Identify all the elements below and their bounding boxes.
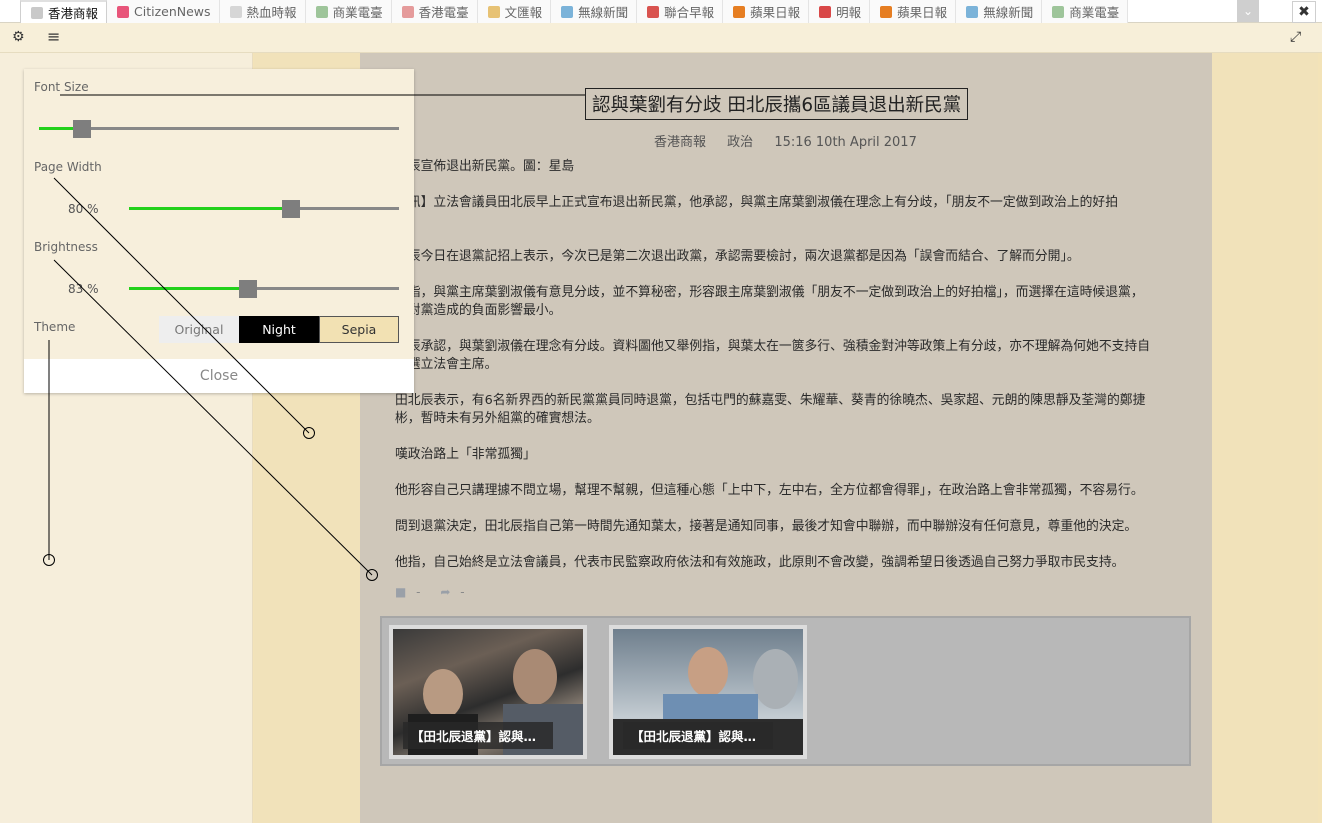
article-title: 認與葉劉有分歧 田北辰攜6區議員退出新民黨 xyxy=(585,88,969,120)
article-actions: ■ - ➦ - xyxy=(395,585,465,599)
tab-5[interactable]: 文匯報 xyxy=(477,0,552,23)
article-paragraph: 北辰承認，與葉劉淑儀在理念有分歧。資料圖他又舉例指，與葉太在一篋多行、強積金對沖… xyxy=(395,339,1151,372)
tab-1[interactable]: CitizenNews xyxy=(107,0,220,23)
page-width-label: Page Width xyxy=(34,160,102,174)
article-paragraph: 北辰宣佈退出新民黨。圖：星島 xyxy=(395,159,575,174)
theme-selector: Original Night Sepia xyxy=(159,316,399,343)
page-icon xyxy=(733,5,746,18)
page-icon xyxy=(401,5,414,18)
theme-night-button[interactable]: Night xyxy=(239,316,319,343)
article-subheading: 嘆政治路上「非常孤獨」 xyxy=(395,447,536,462)
article-paragraph: 他形容自己只講理據不問立場，幫理不幫親，但這種心態「上中下，左中右，全方位都會得… xyxy=(395,483,1144,498)
theme-label: Theme xyxy=(34,320,76,334)
tab-bar: 香港商報 CitizenNews 熱血時報 商業電臺 香港電臺 文匯報 無線新聞 聯合早報 蘋果… xyxy=(0,0,1322,23)
globe-icon xyxy=(561,5,574,18)
tab-label: 熱血時報 xyxy=(246,5,297,20)
tab-label: 無線新聞 xyxy=(578,5,629,20)
tab-label: 蘋果日報 xyxy=(897,5,948,20)
citizen-news-icon xyxy=(117,5,130,18)
slider-track xyxy=(39,127,399,130)
article-timestamp: 15:16 10th April 2017 xyxy=(774,135,917,150)
brightness-slider[interactable] xyxy=(129,280,399,298)
article-category[interactable]: 政治 xyxy=(727,135,753,150)
share-icon[interactable]: ➦ xyxy=(440,585,450,599)
gallery-thumbnail[interactable]: 【田北辰退黨】認與葉... xyxy=(389,625,587,759)
font-size-slider[interactable] xyxy=(39,120,399,138)
close-button[interactable]: ✖ xyxy=(1292,1,1316,23)
article-paragraph: 田北辰表示，有6名新界西的新民黨黨員同時退黨，包括屯門的蘇嘉雯、朱耀華、葵青的徐… xyxy=(395,393,1146,426)
gallery-caption: 【田北辰退黨】認與葉... xyxy=(403,722,553,749)
tab-label: 聯合早報 xyxy=(664,5,715,20)
page-icon xyxy=(229,5,242,18)
tab-3[interactable]: 商業電臺 xyxy=(305,0,392,23)
comment-count: - xyxy=(416,585,421,599)
font-size-label: Font Size xyxy=(34,80,89,94)
tab-label: 商業電臺 xyxy=(1069,5,1120,20)
slider-fill xyxy=(129,287,248,290)
tab-list: 香港商報 CitizenNews 熱血時報 商業電臺 香港電臺 文匯報 無線新聞 聯合早報 蘋果… xyxy=(20,0,1129,23)
theme-original-button[interactable]: Original xyxy=(159,316,239,343)
tab-9[interactable]: 明報 xyxy=(809,0,871,23)
page-icon xyxy=(487,5,500,18)
brightness-value: 83 % xyxy=(68,282,99,296)
tab-label: 香港商報 xyxy=(48,6,99,21)
tab-11[interactable]: 無線新聞 xyxy=(956,0,1043,23)
tab-label: 無線新聞 xyxy=(983,5,1034,20)
settings-gear-icon[interactable]: ⚙ xyxy=(12,29,25,45)
close-icon: ✖ xyxy=(1298,4,1310,20)
settings-panel: Font Size Page Width 80 % Brightness 83 … xyxy=(24,69,414,393)
tab-4[interactable]: 香港電臺 xyxy=(391,0,478,23)
page-icon xyxy=(647,5,660,18)
theme-sepia-button[interactable]: Sepia xyxy=(319,316,399,343)
globe-icon xyxy=(966,5,979,18)
chevron-down-icon: ⌄ xyxy=(1242,4,1254,18)
page-icon xyxy=(819,5,832,18)
comments-icon[interactable]: ■ xyxy=(395,585,406,599)
tab-6[interactable]: 無線新聞 xyxy=(551,0,638,23)
page-width-slider[interactable] xyxy=(129,200,399,218)
article-paragraph: 他指，自己始終是立法會議員，代表市民監察政府依法和有效施政，此原則不會改變，強調… xyxy=(395,555,1125,570)
page-width-value: 80 % xyxy=(68,202,99,216)
page-icon xyxy=(1052,5,1065,18)
slider-fill xyxy=(129,207,291,210)
tab-7[interactable]: 聯合早報 xyxy=(637,0,724,23)
tab-label: 明報 xyxy=(836,5,862,20)
reader-toolbar: ⚙ ≡ ⤢ xyxy=(0,23,1322,53)
article-paragraph: 電訊】立法會議員田北辰早上正式宣布退出新民黨，他承認，與黨主席葉劉淑儀在理念上有… xyxy=(395,195,1119,228)
article-source[interactable]: 香港商報 xyxy=(654,135,706,150)
tab-12[interactable]: 商業電臺 xyxy=(1042,0,1129,23)
tab-label: 商業電臺 xyxy=(332,5,383,20)
tab-label: 香港電臺 xyxy=(418,5,469,20)
share-count: - xyxy=(460,585,465,599)
article-paragraph: 北辰今日在退黨記招上表示，今次已是第二次退出政黨，承認需要檢討，兩次退黨都是因為… xyxy=(395,249,1080,264)
page-icon xyxy=(880,5,893,18)
tab-label: CitizenNews xyxy=(134,4,211,19)
tab-8[interactable]: 蘋果日報 xyxy=(723,0,810,23)
globe-icon xyxy=(31,6,43,19)
tab-0[interactable]: 香港商報 xyxy=(20,0,108,23)
gallery-thumbnail[interactable]: 【田北辰退黨】認與葉... xyxy=(609,625,807,759)
right-margin xyxy=(1212,53,1318,823)
gallery-caption: 【田北辰退黨】認與葉... xyxy=(623,722,773,749)
fullscreen-icon[interactable]: ⤢ xyxy=(1290,29,1301,45)
slider-handle[interactable] xyxy=(282,200,300,218)
tab-label: 蘋果日報 xyxy=(750,5,801,20)
article-meta: 香港商報 政治 15:16 10th April 2017 xyxy=(654,131,934,150)
close-settings-button[interactable]: Close xyxy=(24,359,414,393)
tab-dropdown-button[interactable]: ⌄ xyxy=(1237,0,1259,22)
tab-label: 文匯報 xyxy=(504,5,543,20)
article-paragraph: 又指，與黨主席葉劉淑儀有意見分歧，並不算秘密，形容跟主席葉劉淑儀「朋友不一定做到… xyxy=(395,285,1144,318)
page-icon xyxy=(315,5,328,18)
brightness-label: Brightness xyxy=(34,240,98,254)
slider-handle[interactable] xyxy=(73,120,92,138)
slider-handle[interactable] xyxy=(238,280,257,298)
tab-10[interactable]: 蘋果日報 xyxy=(870,0,957,23)
image-gallery: 【田北辰退黨】認與葉... 【田北辰退黨】認與葉... xyxy=(380,616,1191,766)
tab-2[interactable]: 熱血時報 xyxy=(219,0,306,23)
article: 認與葉劉有分歧 田北辰攜6區議員退出新民黨 香港商報 政治 15:16 10th… xyxy=(360,53,1212,823)
menu-icon[interactable]: ≡ xyxy=(47,27,60,46)
article-paragraph: 問到退黨決定，田北辰指自己第一時間先通知葉太，接著是通知同事，最後才知會中聯辦，… xyxy=(395,519,1138,534)
